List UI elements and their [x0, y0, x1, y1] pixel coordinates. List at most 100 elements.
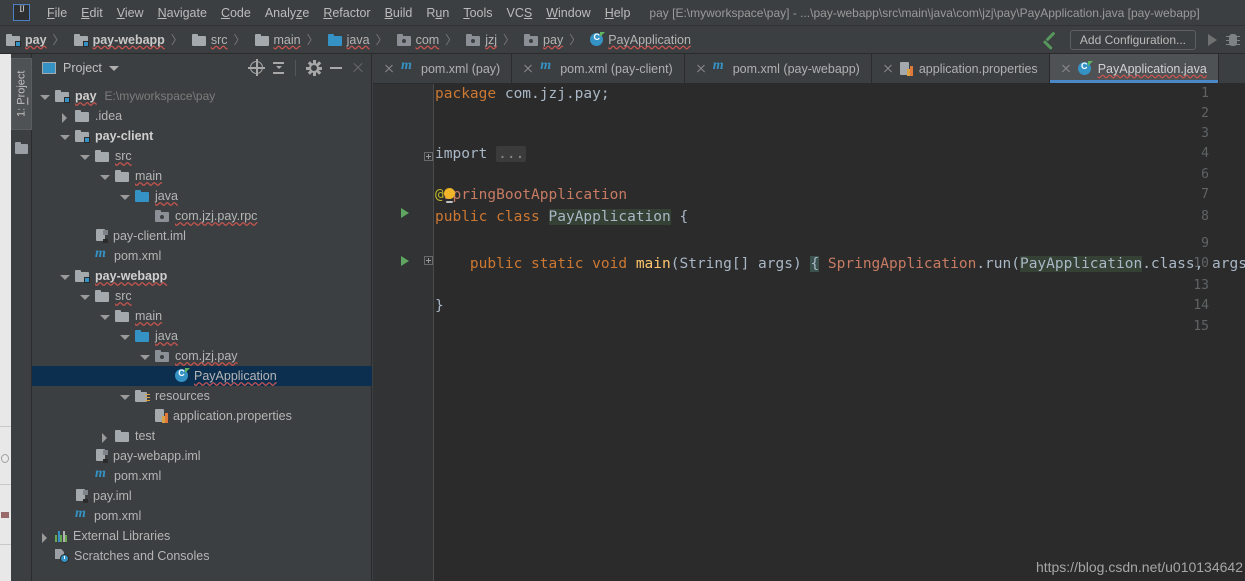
breadcrumb-item-pay-webapp[interactable]: pay-webapp — [68, 33, 165, 47]
tree-node-com-jzj-pay-rpc[interactable]: com.jzj.pay.rpc — [32, 206, 372, 226]
breadcrumb-item-jzj[interactable]: jzj — [460, 33, 497, 47]
tree-node-test[interactable]: test — [32, 426, 372, 446]
run-gutter-icon-main[interactable] — [401, 256, 409, 266]
breadcrumb-item-payapplication[interactable]: PayApplication — [584, 31, 691, 47]
menu-item-analyze[interactable]: Analyze — [258, 4, 316, 22]
menu-item-view[interactable]: View — [110, 4, 151, 22]
add-configuration-button[interactable]: Add Configuration... — [1069, 30, 1196, 50]
breadcrumb-item-com[interactable]: com — [391, 33, 439, 47]
menu-item-window[interactable]: Window — [539, 4, 597, 22]
breadcrumb-item-java[interactable]: java — [322, 33, 370, 47]
close-icon[interactable] — [348, 58, 368, 78]
menu-item-navigate[interactable]: Navigate — [151, 4, 214, 22]
close-icon[interactable] — [1061, 64, 1071, 74]
tree-node-main[interactable]: main — [32, 306, 372, 326]
tree-node-resources[interactable]: resources — [32, 386, 372, 406]
tree-node-pay-iml[interactable]: pay.iml — [32, 486, 372, 506]
menu-item-code[interactable]: Code — [214, 4, 258, 22]
line-number: 9 — [1201, 236, 1209, 251]
debug-icon[interactable] — [1226, 33, 1240, 47]
tree-node-external-libraries[interactable]: External Libraries — [32, 526, 372, 546]
menu-item-vcs[interactable]: VCS — [500, 4, 540, 22]
tree-node-pay-webapp-iml[interactable]: pay-webapp.iml — [32, 446, 372, 466]
tree-node-java[interactable]: java — [32, 186, 372, 206]
tree-twisty-down-icon[interactable] — [118, 390, 131, 403]
tree-twisty-right-icon[interactable] — [98, 430, 111, 443]
tree-node-pom-xml[interactable]: pom.xml — [32, 246, 372, 266]
tree-node-label: .idea — [95, 109, 123, 123]
breadcrumb-label: PayApplication — [608, 32, 691, 47]
project-tool-window: Project pay E:\myworkspace\pay .idea pay-cl… — [32, 54, 372, 581]
menu-item-help[interactable]: Help — [598, 4, 638, 22]
maven-pom-icon — [540, 58, 554, 75]
fold-expand-import-icon[interactable] — [424, 152, 433, 161]
tree-twisty-right-icon[interactable] — [38, 530, 51, 543]
menu-item-tools[interactable]: Tools — [456, 4, 499, 22]
close-icon[interactable] — [523, 64, 533, 74]
intention-bulb-icon[interactable] — [444, 188, 455, 203]
editor-tab-pom-xml-pay-[interactable]: pom.xml (pay) — [373, 54, 513, 83]
menu-item-run[interactable]: Run — [419, 4, 456, 22]
tree-twisty-down-icon[interactable] — [38, 90, 51, 103]
tree-node-pom-xml[interactable]: pom.xml — [32, 506, 372, 526]
tree-node-pay-client[interactable]: pay-client — [32, 126, 372, 146]
tree-node-java[interactable]: java — [32, 326, 372, 346]
tree-twisty-down-icon[interactable] — [98, 170, 111, 183]
breadcrumb-separator: 〉 — [569, 33, 582, 47]
tree-twisty-down-icon[interactable] — [98, 310, 111, 323]
module-folder-icon — [55, 90, 70, 103]
tree-twisty-down-icon[interactable] — [78, 290, 91, 303]
tree-node-src[interactable]: src — [32, 286, 372, 306]
breadcrumb-item-pay[interactable]: pay — [0, 33, 47, 47]
tree-node-label: External Libraries — [73, 529, 171, 543]
tree-node-src[interactable]: src — [32, 146, 372, 166]
tree-twisty-down-icon[interactable] — [58, 270, 71, 283]
tree-twisty-right-icon[interactable] — [58, 110, 71, 123]
editor-tab-application-properties[interactable]: application.properties — [872, 54, 1050, 83]
tree-node-label: pay-client — [95, 129, 154, 143]
tree-node-scratches-and-consoles[interactable]: Scratches and Consoles — [32, 546, 372, 566]
run-anything-arrow-icon[interactable] — [1042, 31, 1060, 49]
maven-pom-icon — [75, 506, 89, 523]
tree-twisty-down-icon[interactable] — [138, 350, 151, 363]
locate-icon[interactable] — [247, 58, 267, 78]
menu-item-file[interactable]: File — [40, 4, 74, 22]
tree-node-com-jzj-pay[interactable]: com.jzj.pay — [32, 346, 372, 366]
tree-twisty-down-icon[interactable] — [58, 130, 71, 143]
tree-node-payapplication[interactable]: PayApplication — [32, 366, 372, 386]
editor-tab-payapplication-java[interactable]: PayApplication.java — [1049, 54, 1219, 83]
hide-icon[interactable] — [326, 58, 346, 78]
tool-window-button-project[interactable]: 1: Project — [11, 58, 32, 130]
folder-icon[interactable] — [15, 142, 29, 154]
tree-node-main[interactable]: main — [32, 166, 372, 186]
code-editor[interactable]: 1 2 3 4 6 7 8 9 10 13 14 15 package com.jzj.pay; im… — [373, 84, 1245, 581]
editor-tab-pom-xml-pay-client-[interactable]: pom.xml (pay-client) — [512, 54, 685, 83]
editor-tab-pom-xml-pay-webapp-[interactable]: pom.xml (pay-webapp) — [685, 54, 872, 83]
run-icon[interactable] — [1208, 34, 1217, 46]
chevron-down-icon[interactable] — [108, 65, 119, 71]
close-icon[interactable] — [883, 64, 893, 74]
tree-node-pay[interactable]: pay E:\myworkspace\pay — [32, 86, 372, 106]
breadcrumb-item-main[interactable]: main — [249, 33, 301, 47]
menu-item-edit[interactable]: Edit — [74, 4, 110, 22]
line-number: 15 — [1193, 319, 1209, 334]
folded-imports[interactable]: ... — [496, 146, 527, 162]
menu-item-build[interactable]: Build — [378, 4, 420, 22]
run-gutter-icon-class[interactable] — [401, 208, 409, 218]
close-icon[interactable] — [384, 64, 394, 74]
breadcrumb-item-src[interactable]: src — [186, 33, 228, 47]
collapse-all-icon[interactable] — [269, 58, 289, 78]
tree-node--idea[interactable]: .idea — [32, 106, 372, 126]
tree-node-pom-xml[interactable]: pom.xml — [32, 466, 372, 486]
tree-twisty-down-icon[interactable] — [118, 190, 131, 203]
menu-item-refactor[interactable]: Refactor — [316, 4, 377, 22]
fold-expand-method-icon[interactable] — [424, 256, 433, 265]
tree-node-pay-webapp[interactable]: pay-webapp — [32, 266, 372, 286]
tree-node-pay-client-iml[interactable]: pay-client.iml — [32, 226, 372, 246]
tree-node-application-properties[interactable]: application.properties — [32, 406, 372, 426]
tree-twisty-down-icon[interactable] — [118, 330, 131, 343]
close-icon[interactable] — [696, 64, 706, 74]
settings-gear-icon[interactable] — [304, 58, 324, 78]
tree-twisty-down-icon[interactable] — [78, 150, 91, 163]
breadcrumb-item-pay[interactable]: pay — [518, 33, 563, 47]
